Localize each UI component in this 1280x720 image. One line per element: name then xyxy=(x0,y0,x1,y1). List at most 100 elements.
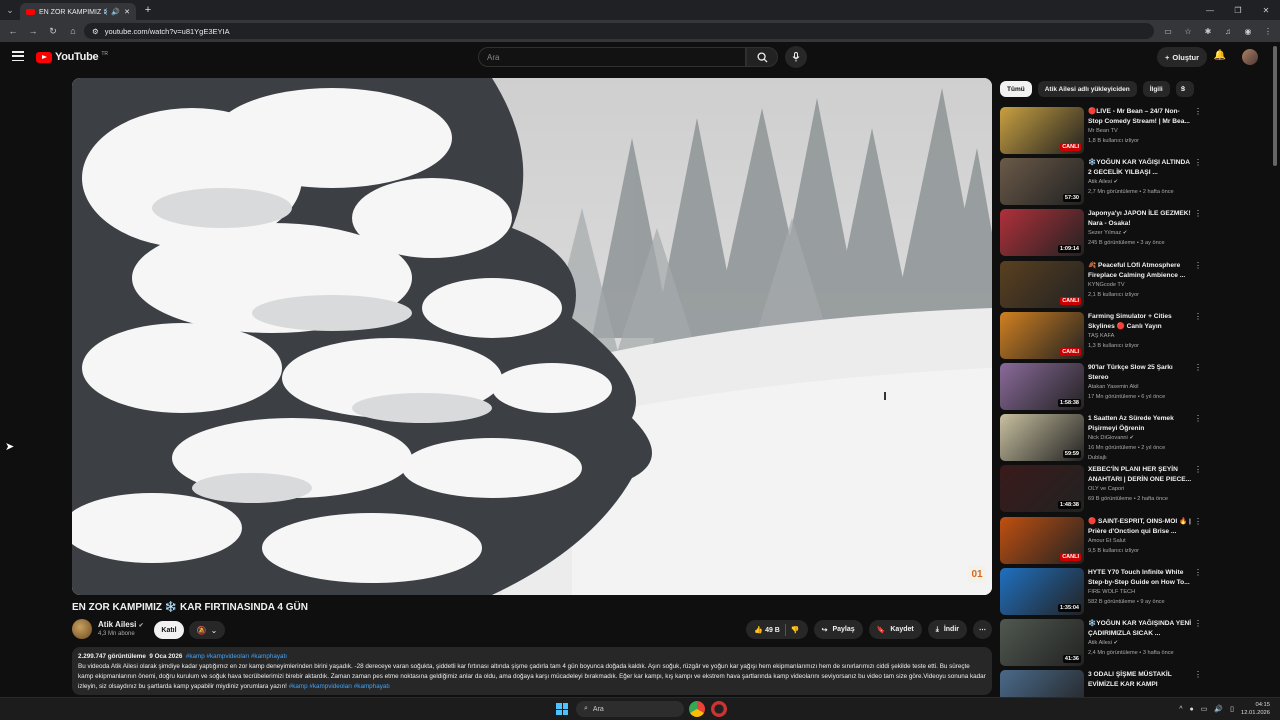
more-actions-button[interactable]: ⋯ xyxy=(973,620,992,639)
chip-all[interactable]: Tümü xyxy=(1000,81,1032,97)
close-window-icon[interactable]: ✕ xyxy=(1252,0,1280,20)
recommendation-title[interactable]: Farming Simulator + Cities Skylines 🔴 Ca… xyxy=(1088,312,1192,332)
recommendation-thumbnail[interactable]: 1:09:14 xyxy=(1000,209,1084,257)
like-button[interactable]: 👍 49 B xyxy=(754,626,779,634)
network-icon[interactable]: ▭ xyxy=(1201,705,1208,713)
recommendation-thumbnail[interactable]: CANLI xyxy=(1000,311,1084,359)
minimize-icon[interactable]: — xyxy=(1196,0,1224,20)
recommendation-title[interactable]: 🔴 SAINT-ESPRIT, OINS-MOI 🔥 | Prière d'On… xyxy=(1088,517,1192,537)
recommendation-channel[interactable]: KYNGcode TV xyxy=(1088,282,1125,288)
notifications-bell-icon[interactable]: 🔔 xyxy=(1212,50,1228,66)
more-options-icon[interactable]: ⋮ xyxy=(1194,517,1202,526)
taskbar-search-input[interactable]: ⌕ Ara xyxy=(576,701,684,717)
recommendation-thumbnail[interactable]: 1:35:04 xyxy=(1000,567,1084,615)
recommendation-card[interactable]: CANLI 🔴LIVE - Mr Bean – 24/7 Non-Stop Com… xyxy=(1000,107,1210,155)
dislike-icon[interactable]: 👎 xyxy=(791,626,800,634)
youtube-logo[interactable]: YouTube TR xyxy=(36,51,108,63)
recommendation-title[interactable]: 🔴LIVE - Mr Bean – 24/7 Non-Stop Comedy S… xyxy=(1088,107,1192,127)
recommendation-channel[interactable]: FIRE WOLF TECH xyxy=(1088,589,1135,595)
install-icon[interactable]: ▭ xyxy=(1160,27,1176,36)
more-options-icon[interactable]: ⋮ xyxy=(1194,261,1202,270)
subscribed-bell-button[interactable]: 🔕 ⌄ xyxy=(189,621,225,639)
page-scrollbar[interactable] xyxy=(1273,46,1277,166)
back-icon[interactable]: ← xyxy=(4,26,22,36)
more-options-icon[interactable]: ⋮ xyxy=(1194,619,1202,628)
download-button[interactable]: ⤓ İndir xyxy=(927,620,967,639)
description-box[interactable]: 2.299.747 görüntüleme 9 Oca 2026 #kamp #… xyxy=(72,647,992,695)
recommendation-channel[interactable]: TAŞ KAFA xyxy=(1088,333,1114,339)
new-tab-icon[interactable]: + xyxy=(140,4,156,16)
recommendation-title[interactable]: 90'lar Türkçe Slow 25 Şarkı Stereo xyxy=(1088,363,1192,383)
description-body-hashtags[interactable]: #kamp #kampvideoları #kamphayatı xyxy=(289,683,390,690)
battery-icon[interactable]: ▯ xyxy=(1230,705,1234,713)
more-options-icon[interactable]: ⋮ xyxy=(1194,670,1202,679)
recommendation-thumbnail[interactable]: 57:30 xyxy=(1000,158,1084,206)
chip-related[interactable]: İlgili xyxy=(1142,81,1170,97)
join-button[interactable]: Katıl xyxy=(154,621,184,639)
site-info-icon[interactable]: ⚙ xyxy=(92,27,99,36)
app-taskbar-icon[interactable] xyxy=(711,701,727,717)
microphone-button[interactable] xyxy=(785,46,807,68)
create-button[interactable]: + Oluştur xyxy=(1157,47,1207,67)
recommendation-thumbnail[interactable]: 1:58:38 xyxy=(1000,363,1084,410)
more-options-icon[interactable]: ⋮ xyxy=(1194,209,1202,218)
recommendation-channel[interactable]: OLY ve Capori xyxy=(1088,486,1124,492)
recommendation-channel[interactable]: Sezer Yılmaz ✔ xyxy=(1088,230,1127,236)
more-options-icon[interactable]: ⋮ xyxy=(1194,465,1202,474)
profile-icon[interactable]: ◉ xyxy=(1240,27,1256,36)
recommendation-card[interactable]: 57:30 ❄️YOĞUN KAR YAĞIŞI ALTINDA 2 GECELİ… xyxy=(1000,158,1210,206)
recommendation-channel[interactable]: Atakan Yasemin Akil xyxy=(1088,384,1138,390)
save-button[interactable]: 🔖 Kaydet xyxy=(868,620,922,639)
recommendation-card[interactable]: 1:58:38 90'lar Türkçe Slow 25 Şarkı Stere… xyxy=(1000,363,1210,411)
windows-start-icon[interactable] xyxy=(556,703,568,715)
home-icon[interactable]: ⌂ xyxy=(64,26,82,36)
recommendation-card[interactable]: CANLI 🔴 SAINT-ESPRIT, OINS-MOI 🔥 | Prière… xyxy=(1000,516,1210,565)
more-options-icon[interactable]: ⋮ xyxy=(1194,312,1202,321)
user-avatar[interactable] xyxy=(1242,49,1258,65)
recommendation-title[interactable]: 3 ODALI ŞİŞME MÜSTAKİL EVİMİZLE KAR KAMP… xyxy=(1088,670,1192,690)
search-input[interactable]: Ara xyxy=(478,47,746,67)
recommendation-thumbnail[interactable]: 41:36 xyxy=(1000,619,1084,666)
chrome-taskbar-icon[interactable] xyxy=(689,701,705,717)
share-button[interactable]: ↪ Paylaş xyxy=(813,620,863,639)
recommendation-channel[interactable]: Nick DiGiovanni ✔ xyxy=(1088,435,1134,441)
recommendation-title[interactable]: HYTE Y70 Touch Infinite White Step-by-St… xyxy=(1088,568,1192,588)
url-field[interactable]: ⚙ youtube.com/watch?v=u81YgE3EYIA xyxy=(84,23,1154,39)
reload-icon[interactable]: ↻ xyxy=(44,26,62,37)
recommendation-title[interactable]: ❄️YOĞUN KAR YAĞIŞINDA YENİ ÇADIRIMIZLA S… xyxy=(1088,619,1192,639)
recommendation-card[interactable]: 59:59 1 Saatten Az Sürede Yemek Pişirmeyi… xyxy=(1000,414,1210,462)
recommendation-channel[interactable]: Amour Et Salut xyxy=(1088,538,1126,544)
clock[interactable]: 04:15 12.01.2026 xyxy=(1241,701,1270,717)
recommendation-card[interactable]: 1:48:38 XEBEC'İN PLANI HER ŞEYİN ANAHTARI… xyxy=(1000,465,1210,513)
recommendation-channel[interactable]: Mr Bean TV xyxy=(1088,128,1118,134)
recommendation-card[interactable]: 1:09:14 Japonya'yı JAPON İLE GEZMEK! Nara… xyxy=(1000,209,1210,257)
video-player[interactable]: 01 xyxy=(72,78,992,595)
bookmark-star-icon[interactable]: ☆ xyxy=(1180,27,1196,36)
tray-chevron-icon[interactable]: ^ xyxy=(1179,706,1182,713)
tray-app-icon[interactable]: ● xyxy=(1190,706,1194,713)
recommendation-title[interactable]: XEBEC'İN PLANI HER ŞEYİN ANAHTARI | DERİ… xyxy=(1088,465,1192,485)
recommendation-title[interactable]: ❄️YOĞUN KAR YAĞIŞI ALTINDA 2 GECELİK YIL… xyxy=(1088,158,1192,178)
recommendation-title[interactable]: 1 Saatten Az Sürede Yemek Pişirmeyi Öğre… xyxy=(1088,414,1192,434)
recommendation-thumbnail[interactable]: CANLI xyxy=(1000,260,1084,308)
recommendation-card[interactable]: 1:35:04 HYTE Y70 Touch Infinite White Ste… xyxy=(1000,567,1210,616)
speaker-icon[interactable]: 🔊 xyxy=(111,8,120,16)
channel-watermark[interactable]: 01 xyxy=(968,565,986,583)
more-options-icon[interactable]: ⋮ xyxy=(1194,158,1202,167)
restore-icon[interactable]: ❐ xyxy=(1224,0,1252,20)
recommendation-card[interactable]: 41:36 ❄️YOĞUN KAR YAĞIŞINDA YENİ ÇADIRIMI… xyxy=(1000,619,1210,667)
recommendation-channel[interactable]: Atik Ailesi ✔ xyxy=(1088,640,1118,646)
recommendation-channel[interactable]: Atik Ailesi ✔ xyxy=(1088,179,1118,185)
chevron-right-icon[interactable]: › xyxy=(1182,82,1185,92)
recommendation-thumbnail[interactable]: 59:59 xyxy=(1000,414,1084,462)
more-options-icon[interactable]: ⋮ xyxy=(1194,363,1202,372)
menu-icon[interactable] xyxy=(12,51,24,61)
recommendation-thumbnail[interactable]: 1:48:38 xyxy=(1000,465,1084,513)
more-options-icon[interactable]: ⋮ xyxy=(1194,568,1202,577)
recommendation-card[interactable]: CANLI Farming Simulator + Cities Skylines… xyxy=(1000,311,1210,360)
recommendation-title[interactable]: Japonya'yı JAPON İLE GEZMEK! Nara - Osak… xyxy=(1088,209,1192,229)
more-options-icon[interactable]: ⋮ xyxy=(1194,107,1202,116)
extensions-icon[interactable]: ✱ xyxy=(1200,27,1216,36)
browser-menu-icon[interactable]: ⋮ xyxy=(1260,27,1276,36)
chip-from-uploader[interactable]: Atik Ailesi adlı yükleyiciden xyxy=(1037,81,1137,97)
